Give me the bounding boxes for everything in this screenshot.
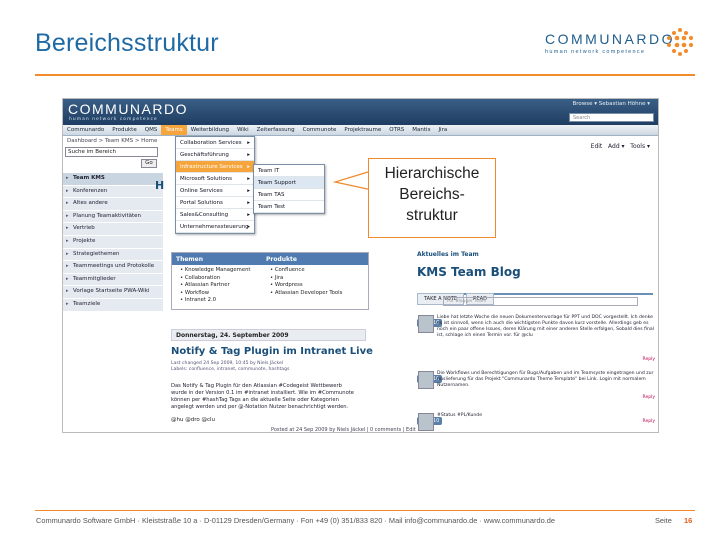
callout-line-1: Hierarchische [384, 165, 480, 182]
callout-pointer [332, 171, 373, 191]
footer-divider [35, 510, 695, 511]
callout-line-2: Bereichs- [399, 186, 465, 203]
page-label: Seite [655, 516, 672, 525]
footer-text: Communardo Software GmbH · Kleiststraße … [36, 516, 555, 525]
callout-line-3: struktur [406, 207, 458, 224]
callout-box: Hierarchische Bereichs- struktur [368, 158, 496, 238]
page-number: 16 [684, 516, 693, 525]
presentation-slide: Bereichsstruktur COMMUNARDO human networ… [0, 0, 728, 546]
